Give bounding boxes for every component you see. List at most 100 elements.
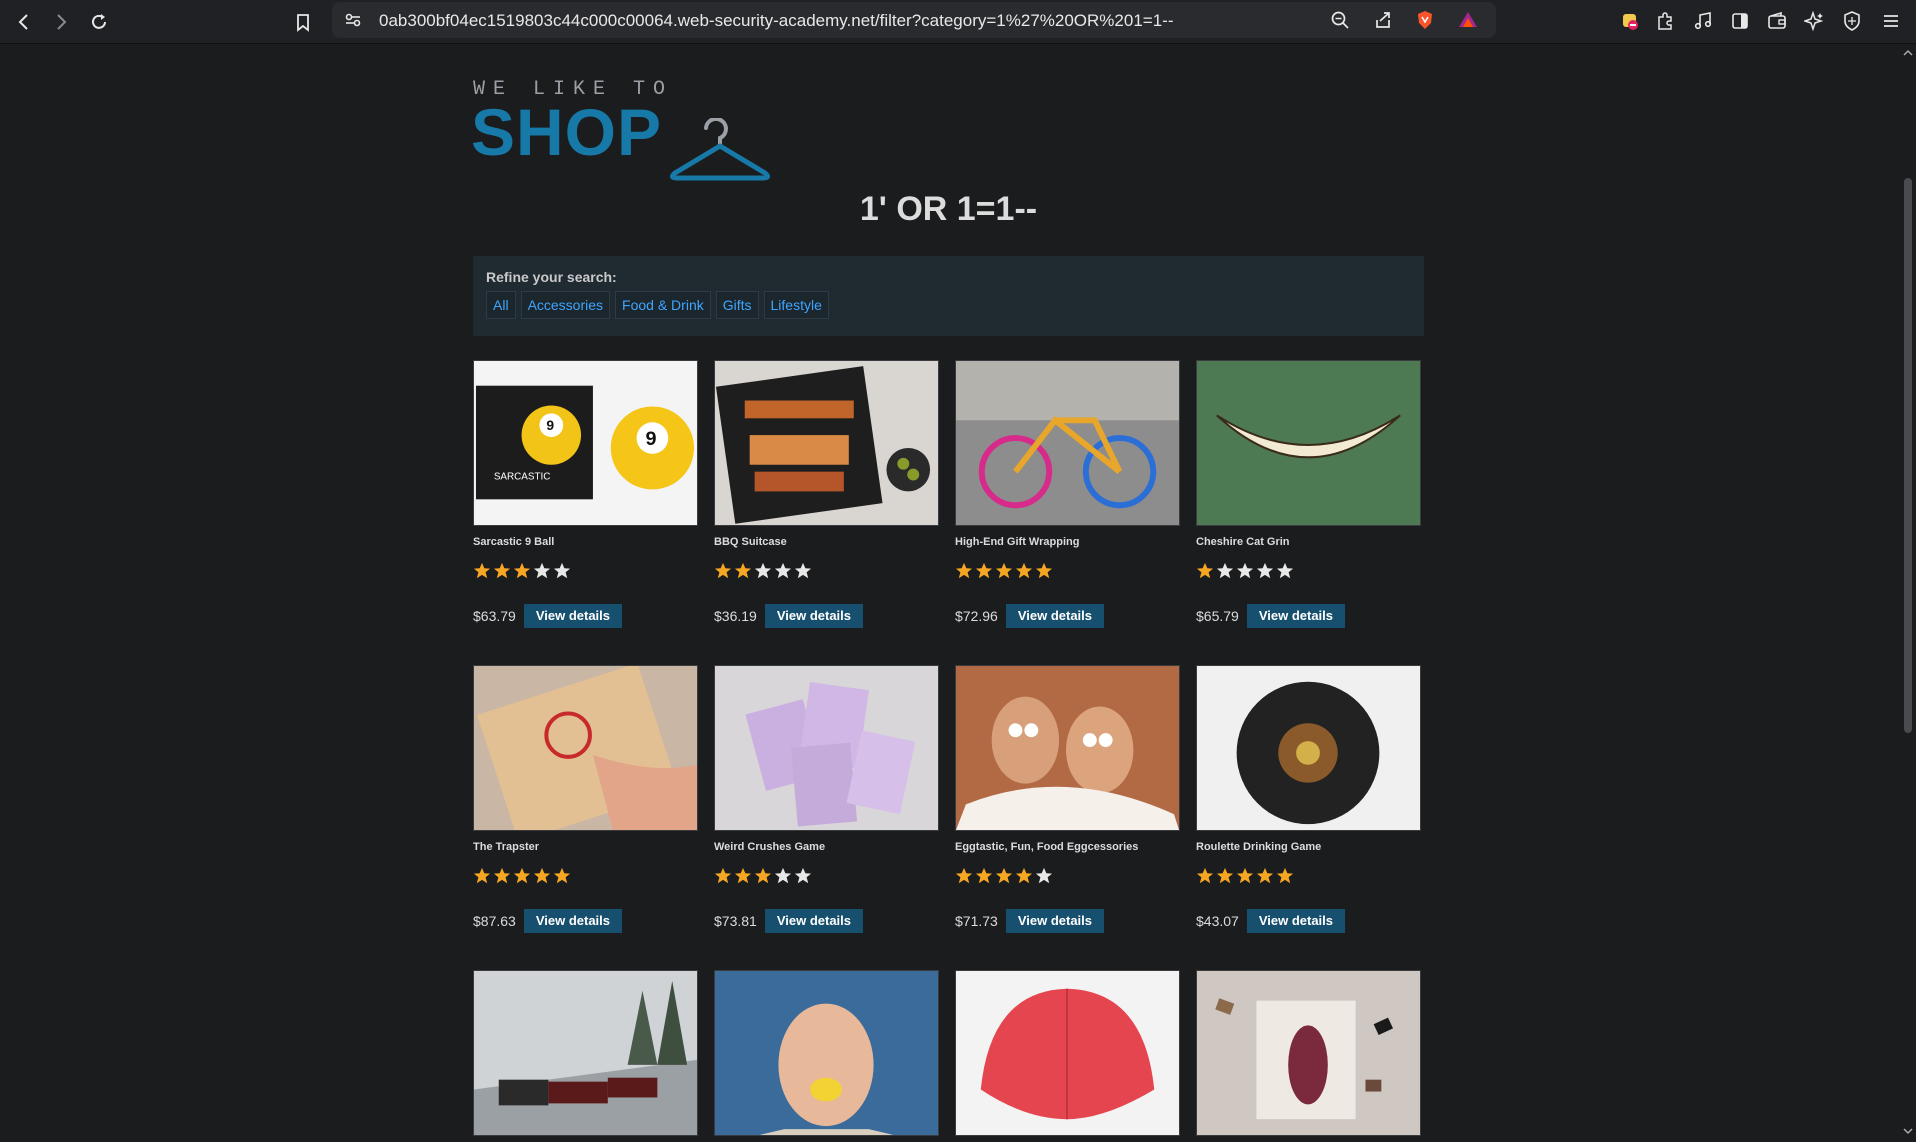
hanger-icon xyxy=(669,118,771,181)
product-card xyxy=(473,970,698,1136)
view-details-button[interactable]: View details xyxy=(523,909,623,933)
star-rating xyxy=(955,562,1180,580)
star-icon xyxy=(1035,867,1053,885)
svg-text:SARCASTIC: SARCASTIC xyxy=(494,472,551,483)
bbq-grill-image xyxy=(714,360,939,526)
forward-icon[interactable] xyxy=(46,7,76,37)
star-rating xyxy=(473,562,698,580)
star-icon xyxy=(493,867,511,885)
back-icon[interactable] xyxy=(9,7,39,37)
refine-label: Refine your search: xyxy=(486,269,617,285)
view-details-button[interactable]: View details xyxy=(1005,604,1105,628)
scroll-up-icon[interactable] xyxy=(1903,48,1913,58)
extension-badge-icon[interactable] xyxy=(1616,7,1644,35)
star-icon xyxy=(734,867,752,885)
star-rating xyxy=(955,867,1180,885)
share-icon[interactable] xyxy=(1369,6,1397,34)
star-icon xyxy=(1015,867,1033,885)
product-card: 9 SARCASTIC 9 Sarcastic 9 Ball $63.79 View de… xyxy=(473,360,698,628)
scroll-down-icon[interactable] xyxy=(1903,1126,1913,1136)
star-icon xyxy=(1216,867,1234,885)
star-rating xyxy=(714,867,939,885)
price-row: $87.63 View details xyxy=(473,909,698,933)
product-price: $71.73 xyxy=(955,913,998,929)
product-price: $43.07 xyxy=(1196,913,1239,929)
star-icon xyxy=(714,867,732,885)
star-icon xyxy=(975,562,993,580)
media-icon[interactable] xyxy=(1689,7,1717,35)
star-rating xyxy=(473,867,698,885)
page-scrollbar[interactable] xyxy=(1900,44,1916,1142)
filter-lifestyle[interactable]: Lifestyle xyxy=(763,291,829,319)
extensions-icon[interactable] xyxy=(1651,7,1679,35)
star-icon xyxy=(1035,562,1053,580)
wallet-icon[interactable] xyxy=(1763,7,1791,35)
product-name: The Trapster xyxy=(473,841,540,853)
view-details-button[interactable]: View details xyxy=(764,909,864,933)
price-row: $73.81 View details xyxy=(714,909,939,933)
star-icon xyxy=(1276,867,1294,885)
star-icon xyxy=(1276,562,1294,580)
flying-books-image xyxy=(1196,970,1421,1136)
star-icon xyxy=(513,867,531,885)
filter-gifts[interactable]: Gifts xyxy=(715,291,759,319)
filter-food-drink[interactable]: Food & Drink xyxy=(615,291,711,319)
price-row: $71.73 View details xyxy=(955,909,1180,933)
star-icon xyxy=(493,562,511,580)
star-icon xyxy=(1256,867,1274,885)
star-icon xyxy=(1236,867,1254,885)
star-icon xyxy=(1256,562,1274,580)
red-umbrella-image xyxy=(955,970,1180,1136)
brave-rewards-icon[interactable] xyxy=(1454,6,1482,34)
product-card: BBQ Suitcase $36.19 View details xyxy=(714,360,939,628)
sidebar-icon[interactable] xyxy=(1726,7,1754,35)
view-details-button[interactable]: View details xyxy=(523,604,623,628)
price-row: $63.79 View details xyxy=(473,604,698,628)
menu-icon[interactable] xyxy=(1877,7,1905,35)
url-text[interactable]: 0ab300bf04ec1519803c44c000c00064.web-sec… xyxy=(379,11,1173,31)
svg-text:9: 9 xyxy=(645,428,656,450)
star-icon xyxy=(714,562,732,580)
star-icon xyxy=(473,867,491,885)
lemon-face-image xyxy=(714,970,939,1136)
address-bar[interactable]: 0ab300bf04ec1519803c44c000c00064.web-sec… xyxy=(332,2,1496,38)
star-rating xyxy=(714,562,939,580)
star-icon xyxy=(1196,562,1214,580)
vpn-icon[interactable] xyxy=(1838,7,1866,35)
reload-icon[interactable] xyxy=(84,7,114,37)
view-details-button[interactable]: View details xyxy=(1005,909,1105,933)
star-icon xyxy=(533,867,551,885)
star-icon xyxy=(553,867,571,885)
site-settings-icon[interactable] xyxy=(338,5,368,35)
shop-logo[interactable]: WE LIKE TO SHOP xyxy=(471,78,773,181)
product-price: $63.79 xyxy=(473,608,516,624)
zoom-icon[interactable] xyxy=(1326,6,1354,34)
product-card: High-End Gift Wrapping $72.96 View details xyxy=(955,360,1180,628)
product-price: $36.19 xyxy=(714,608,757,624)
star-icon xyxy=(1216,562,1234,580)
product-card xyxy=(714,970,939,1136)
view-details-button[interactable]: View details xyxy=(1246,909,1346,933)
view-details-button[interactable]: View details xyxy=(764,604,864,628)
star-icon xyxy=(975,867,993,885)
product-name: BBQ Suitcase xyxy=(714,536,787,548)
scrollbar-thumb[interactable] xyxy=(1904,178,1912,733)
star-icon xyxy=(955,867,973,885)
product-name: Eggtastic, Fun, Food Eggcessories xyxy=(955,841,1139,853)
sarcastic-9-ball-image: 9 SARCASTIC 9 xyxy=(473,360,698,526)
star-icon xyxy=(533,562,551,580)
leo-ai-icon[interactable] xyxy=(1800,7,1828,35)
star-icon xyxy=(794,867,812,885)
brave-shields-icon[interactable] xyxy=(1411,6,1439,34)
product-name: Weird Crushes Game xyxy=(714,841,826,853)
star-rating xyxy=(1196,867,1421,885)
view-details-button[interactable]: View details xyxy=(1246,604,1346,628)
trading-cards-image xyxy=(714,665,939,831)
page-title: 1' OR 1=1-- xyxy=(859,190,1038,228)
star-icon xyxy=(1196,867,1214,885)
filter-all[interactable]: All xyxy=(486,291,516,319)
filter-accessories[interactable]: Accessories xyxy=(520,291,611,319)
bookmark-icon[interactable] xyxy=(288,7,318,37)
star-icon xyxy=(513,562,531,580)
product-card: Weird Crushes Game $73.81 View details xyxy=(714,665,939,933)
